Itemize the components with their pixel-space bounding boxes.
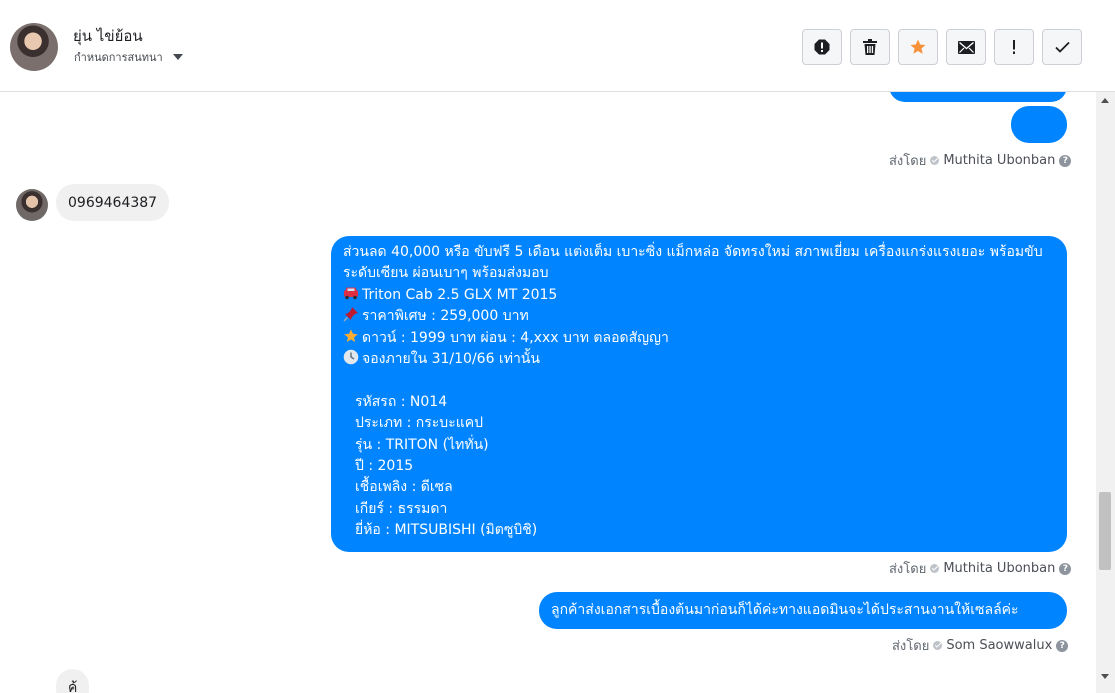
detail-line: ยี่ห้อ : MITSUBISHI (มิตซูบิชิ) <box>355 522 538 539</box>
scroll-up-arrow-icon[interactable] <box>1101 98 1109 103</box>
exclamation-icon <box>1013 40 1015 54</box>
follow-up-button[interactable] <box>994 29 1034 65</box>
detail-line: เชื้อเพลิง : ดีเซล <box>355 479 453 496</box>
star-emoji-icon <box>344 328 358 342</box>
detail-line: เกียร์ : ธรรมดา <box>355 500 448 517</box>
sent-by-label: ส่งโดย Muthita Ubonban ? <box>889 558 1072 579</box>
message-thread: เบอร์ ส่งโดย Muthita Ubonban ? 096946438… <box>0 92 1096 693</box>
message-bubble-outgoing[interactable]: ลูกค้าส่งเอกสารเบื้องต้นมาก่อนก็ได้ค่ะทา… <box>539 592 1067 629</box>
detail-line: ประเภท : กระบะแคป <box>355 415 483 432</box>
conversation-header: ยุ่น ไข่ย้อน กำหนดการสนทนา <box>0 0 1115 92</box>
message-text: ค้ <box>68 680 78 693</box>
star-icon <box>910 39 926 54</box>
pushpin-icon <box>343 307 358 322</box>
sent-by-label: ส่งโดย Som Saowwalux ? <box>892 635 1069 656</box>
car-icon <box>344 287 358 300</box>
scrollbar-thumb[interactable] <box>1099 492 1111 570</box>
sent-by-prefix: ส่งโดย <box>889 154 927 169</box>
trash-icon <box>863 39 877 55</box>
message-line: ดาวน์ : 1999 บาท ผ่อน : 4,xxx บาท ตลอดสั… <box>343 328 1055 349</box>
message-line: Triton Cab 2.5 GLX MT 2015 <box>343 285 1055 306</box>
detail-line: ปี : 2015 <box>355 458 414 475</box>
help-icon[interactable]: ? <box>1056 639 1069 652</box>
message-bubble-incoming[interactable]: 0969464387 <box>56 184 170 221</box>
message-text: 0969464387 <box>68 195 158 211</box>
mark-unread-button[interactable] <box>946 29 986 65</box>
thread-scrollbar[interactable] <box>1096 92 1115 693</box>
message-line: จองภายใน 31/10/66 เท่านั้น <box>343 349 1055 370</box>
booking-line: จองภายใน 31/10/66 เท่านั้น <box>362 351 540 368</box>
check-circle-icon <box>930 156 940 165</box>
sender-name[interactable]: Muthita Ubonban <box>943 153 1055 168</box>
help-icon[interactable]: ? <box>1059 154 1072 167</box>
help-icon[interactable]: ? <box>1059 562 1072 575</box>
sent-by-label: ส่งโดย Muthita Ubonban ? <box>889 150 1072 171</box>
delete-button[interactable] <box>850 29 890 65</box>
price-line: ราคาพิเศษ : 259,000 บาท <box>362 308 529 325</box>
mark-done-button[interactable] <box>1042 29 1082 65</box>
star-button[interactable] <box>898 29 938 65</box>
header-actions <box>802 29 1082 65</box>
message-bubble-outgoing[interactable]: เบอร์ <box>1011 106 1067 174</box>
assign-conversation-dropdown[interactable]: กำหนดการสนทนา <box>74 48 183 66</box>
contact-name[interactable]: ยุ่น ไข่ย้อน <box>73 24 143 48</box>
clock-icon <box>343 349 359 365</box>
message-bubble-incoming[interactable]: ค้ <box>56 669 90 693</box>
sent-by-prefix: ส่งโดย <box>889 562 927 577</box>
contact-avatar[interactable] <box>10 23 58 71</box>
message-bubble-outgoing[interactable] <box>889 92 1067 102</box>
spam-icon <box>814 39 830 55</box>
car-details: รหัสรถ : N014 ประเภท : กระบะแคป รุ่น : T… <box>343 392 1055 542</box>
car-model-line: Triton Cab 2.5 GLX MT 2015 <box>362 286 558 303</box>
sender-name[interactable]: Som Saowwalux <box>946 638 1052 653</box>
sender-name[interactable]: Muthita Ubonban <box>943 561 1055 576</box>
check-circle-icon <box>930 564 940 573</box>
detail-line: รุ่น : TRITON (ไททั่น) <box>355 436 489 453</box>
check-icon <box>1054 41 1070 53</box>
down-payment-line: ดาวน์ : 1999 บาท ผ่อน : 4,xxx บาท ตลอดสั… <box>362 329 669 346</box>
message-text: ลูกค้าส่งเอกสารเบื้องต้นมาก่อนก็ได้ค่ะทา… <box>551 602 1019 618</box>
contact-avatar-small[interactable] <box>16 189 48 221</box>
sent-by-prefix: ส่งโดย <box>892 639 930 654</box>
check-circle-icon <box>933 641 943 650</box>
assign-conversation-label: กำหนดการสนทนา <box>74 51 163 64</box>
caret-down-icon <box>172 54 183 60</box>
mail-icon <box>957 40 975 54</box>
scroll-down-arrow-icon[interactable] <box>1101 674 1109 679</box>
message-bubble-outgoing[interactable]: ส่วนลด 40,000 หรือ ขับฟรี 5 เดือน แต่งเต… <box>331 236 1067 552</box>
detail-line: รหัสรถ : N014 <box>355 393 448 410</box>
message-line: ราคาพิเศษ : 259,000 บาท <box>343 306 1055 327</box>
message-text: ส่วนลด 40,000 หรือ ขับฟรี 5 เดือน แต่งเต… <box>343 244 1043 282</box>
mark-spam-button[interactable] <box>802 29 842 65</box>
